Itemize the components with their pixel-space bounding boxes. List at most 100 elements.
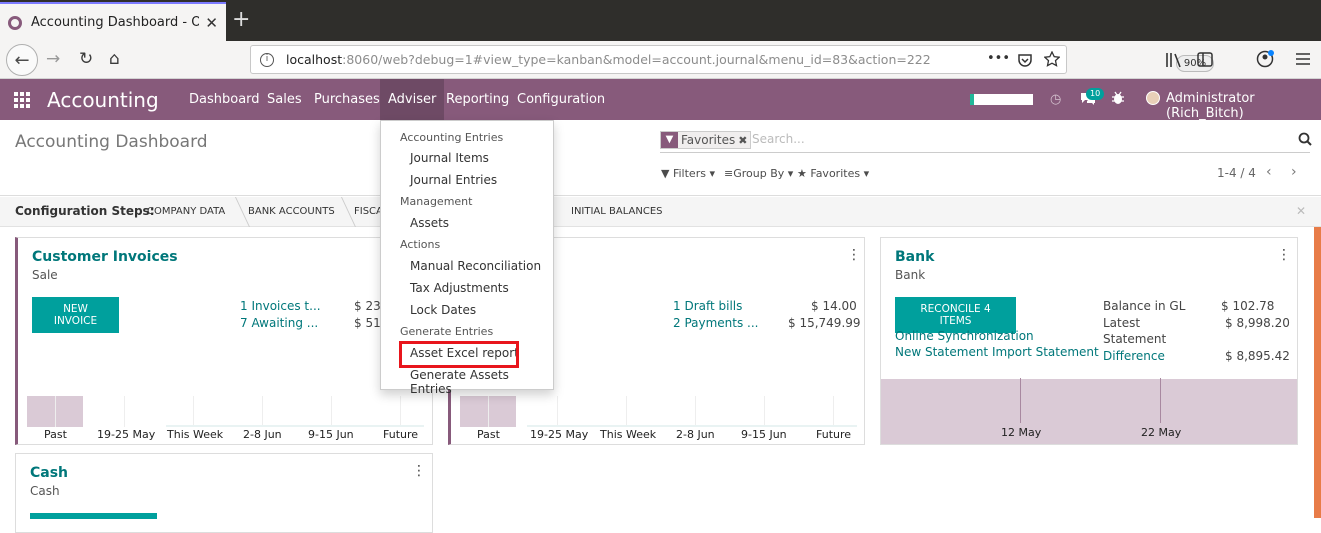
browser-tab[interactable]: Accounting Dashboard - Od ✕ [0, 2, 226, 41]
balance-gl-amount: $ 102.78 [1221, 299, 1275, 313]
group-by-button[interactable]: ≡Group By ▾ [724, 167, 793, 180]
search-box[interactable]: ▼ Favorites ✖ Search... [660, 131, 1312, 153]
account-icon[interactable] [1256, 50, 1274, 68]
bank-card[interactable]: Bank Bank ⋮ RECONCILE 4 ITEMS Online Syn… [880, 237, 1298, 445]
back-button[interactable]: ← [6, 44, 38, 76]
new-tab-button[interactable]: + [232, 8, 250, 32]
x-label-2-8-jun: 2-8 Jun [243, 428, 282, 441]
menu-item-manual-reconciliation[interactable]: Manual Reconciliation [410, 259, 541, 273]
card-title[interactable]: Bank [895, 249, 934, 265]
graph-zero-line [527, 425, 857, 427]
close-tab-icon[interactable]: ✕ [205, 14, 218, 32]
funnel-icon: ▼ [661, 167, 670, 180]
card-title[interactable]: Cash [30, 465, 68, 481]
step-divider [222, 197, 250, 227]
menu-dashboard[interactable]: Dashboard [181, 79, 268, 120]
user-menu[interactable]: Administrator (Rich_Bitch) [1166, 91, 1321, 121]
customer-invoices-card[interactable]: Customer Invoices Sale NEW INVOICE 1 Inv… [15, 237, 433, 445]
x-label-19-25-may: 19-25 May [97, 428, 156, 441]
menu-sales[interactable]: Sales [259, 79, 310, 120]
cash-card[interactable]: Cash Cash ⋮ [15, 453, 433, 533]
control-panel: Accounting Dashboard ▼ Favorites ✖ Searc… [0, 120, 1321, 196]
graph-gridline [833, 396, 834, 427]
new-invoice-button[interactable]: NEW INVOICE [32, 297, 119, 333]
menu-reporting[interactable]: Reporting [438, 79, 517, 120]
dropdown-header-accounting-entries: Accounting Entries [400, 131, 504, 144]
pager-value[interactable]: 1-4 / 4 [1217, 166, 1256, 180]
pager-next-icon[interactable]: › [1291, 164, 1297, 180]
card-options-icon[interactable]: ⋮ [847, 247, 861, 263]
search-input[interactable]: Search... [752, 132, 805, 146]
page-title: Accounting Dashboard [15, 132, 208, 152]
card-title[interactable]: Customer Invoices [32, 249, 178, 265]
step-bank-accounts[interactable]: BANK ACCOUNTS [248, 206, 335, 217]
close-steps-icon[interactable]: ✕ [1296, 204, 1306, 218]
url-bar[interactable]: i localhost:8060/web?debug=1#view_type=k… [250, 45, 1214, 74]
remove-facet-icon[interactable]: ✖ [738, 134, 750, 147]
app-brand[interactable]: Accounting [47, 88, 159, 112]
bank-balance-area-graph[interactable] [881, 378, 1297, 444]
menu-item-lock-dates[interactable]: Lock Dates [410, 303, 476, 317]
step-company-data[interactable]: COMPANY DATA [147, 206, 225, 217]
graph-gridline [695, 396, 696, 427]
x-label-past: Past [44, 428, 67, 441]
site-info-icon[interactable]: i [260, 52, 274, 67]
search-facet[interactable]: ▼ Favorites ✖ [660, 131, 752, 149]
card-subtitle: Bank [895, 268, 926, 282]
graph-gridline [1160, 378, 1161, 423]
menu-adviser[interactable]: Adviser [380, 79, 445, 120]
draft-bills-link[interactable]: 1 Draft bills [673, 299, 742, 313]
home-button[interactable]: ⌂ [109, 49, 120, 69]
pager-previous-icon[interactable]: ‹ [1266, 164, 1272, 180]
online-synchronization-link[interactable]: Online Synchronization [895, 329, 1034, 343]
draft-bills-amount: $ 14.00 [811, 299, 857, 313]
card-options-icon[interactable]: ⋮ [1277, 247, 1291, 263]
user-avatar[interactable] [1146, 91, 1160, 105]
apps-grid-icon[interactable] [14, 92, 31, 108]
menu-configuration[interactable]: Configuration [509, 79, 613, 120]
latest-statement-amount: $ 8,998.20 [1225, 316, 1290, 330]
x-label-19-25-may: 19-25 May [530, 428, 589, 441]
x-label-this-week: This Week [167, 428, 224, 441]
menu-item-journal-items[interactable]: Journal Items [410, 151, 489, 165]
reload-button[interactable]: ↻ [79, 49, 93, 69]
onboarding-progress-bar[interactable] [970, 94, 1033, 105]
card-subtitle: Sale [32, 268, 58, 282]
favorites-button[interactable]: ★ Favorites ▾ [797, 167, 869, 180]
menu-purchases[interactable]: Purchases [306, 79, 388, 120]
steps-label: Configuration Steps: [15, 204, 155, 218]
difference-link[interactable]: Difference [1103, 349, 1165, 363]
x-label-future: Future [383, 428, 419, 441]
clock-icon[interactable]: ◷ [1050, 92, 1061, 107]
sidebar-icon[interactable] [1197, 52, 1213, 67]
graph-gridline [1020, 378, 1021, 423]
dropdown-header-actions: Actions [400, 238, 441, 251]
awaiting-payments-link[interactable]: 7 Awaiting ... [240, 316, 318, 330]
graph-zero-line [166, 425, 424, 427]
reconcile-items-button[interactable]: RECONCILE 4 ITEMS [895, 297, 1016, 333]
menu-item-assets[interactable]: Assets [410, 216, 449, 230]
debug-bug-icon[interactable] [1112, 91, 1124, 105]
menu-item-generate-assets-entries[interactable]: Generate Assets Entries [410, 368, 553, 396]
new-statement-import-link[interactable]: New Statement Import Statement [895, 345, 1099, 359]
hamburger-icon[interactable] [1295, 52, 1311, 66]
library-icon[interactable] [1165, 52, 1183, 68]
invoices-to-validate-link[interactable]: 1 Invoices t... [240, 299, 321, 313]
star-icon: ★ [797, 167, 807, 180]
search-icon[interactable] [1298, 132, 1312, 146]
cash-action-button[interactable] [30, 513, 157, 519]
page-actions-icon[interactable]: ••• [987, 51, 1010, 66]
bookmark-star-icon[interactable] [1044, 51, 1060, 67]
step-initial-balances[interactable]: INITIAL BALANCES [571, 206, 663, 217]
step-fiscal[interactable]: FISCA [354, 206, 383, 217]
menu-item-tax-adjustments[interactable]: Tax Adjustments [410, 281, 509, 295]
x-label-past: Past [477, 428, 500, 441]
payments-link[interactable]: 2 Payments ... [673, 316, 759, 330]
pocket-icon[interactable] [1017, 52, 1033, 68]
card-options-icon[interactable]: ⋮ [412, 463, 426, 479]
filter-icon: ▼ [661, 132, 678, 148]
menu-item-journal-entries[interactable]: Journal Entries [410, 173, 497, 187]
forward-button[interactable]: → [46, 49, 60, 69]
graph-gridline [764, 396, 765, 427]
filters-button[interactable]: ▼ Filters ▾ [661, 167, 715, 180]
